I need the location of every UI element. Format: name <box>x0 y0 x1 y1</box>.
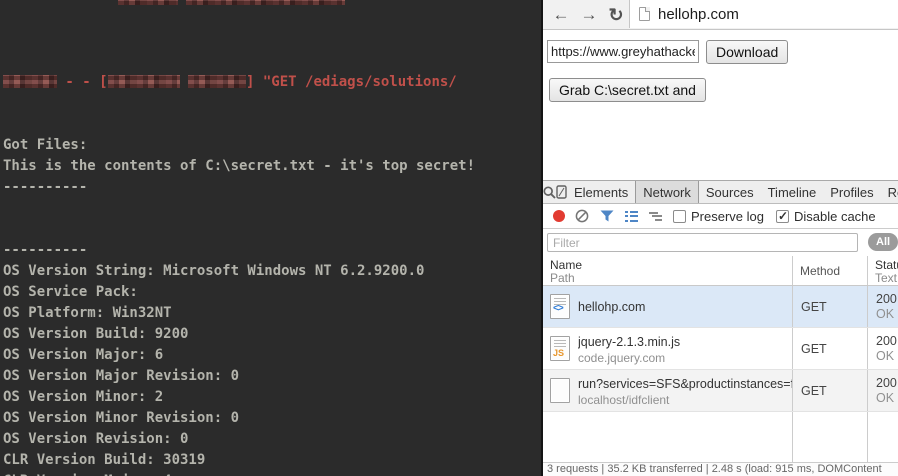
table-row[interactable]: JS jquery-2.1.3.min.js code.jquery.com G… <box>543 328 898 370</box>
request-status-text: OK <box>876 391 898 406</box>
redacted-log-line-partial <box>0 0 541 5</box>
disable-cache-checkbox[interactable] <box>776 210 789 223</box>
terminal-panel: - - [ ] "GET /ediags/solutions/ Got File… <box>0 0 541 476</box>
request-status-text: OK <box>876 349 898 364</box>
network-filter-row: All <box>543 229 898 256</box>
redaction-block <box>118 0 178 5</box>
network-request-table: Name Path Method Status Text <> hellohp.… <box>543 256 898 462</box>
grab-secret-button[interactable]: Grab C:\secret.txt and <box>549 78 706 102</box>
inspect-search-icon[interactable] <box>543 181 556 203</box>
record-icon[interactable] <box>553 210 565 222</box>
request-status-text: OK <box>876 307 898 322</box>
view-list-icon[interactable] <box>625 211 638 222</box>
disable-cache-label: Disable cache <box>794 209 876 224</box>
request-name: hellohp.com <box>578 300 645 314</box>
back-icon[interactable]: ← <box>549 3 573 27</box>
waterfall-overview-icon[interactable] <box>649 212 662 221</box>
download-url-input[interactable] <box>547 40 699 63</box>
devtools-panel: Elements Network Sources Timeline Profil… <box>543 180 898 476</box>
clear-icon[interactable] <box>575 209 589 223</box>
tab-network[interactable]: Network <box>635 181 699 203</box>
table-row[interactable]: <> hellohp.com GET 200 OK <box>543 286 898 328</box>
web-page-content: Download Grab C:\secret.txt and <box>543 30 898 180</box>
redacted-date <box>108 75 180 88</box>
redacted-time <box>188 75 246 88</box>
tab-sources[interactable]: Sources <box>699 181 761 203</box>
column-header-status-text[interactable]: Status Text <box>868 256 898 285</box>
tab-timeline[interactable]: Timeline <box>761 181 824 203</box>
filter-funnel-icon[interactable] <box>600 210 614 222</box>
request-method: GET <box>793 370 868 411</box>
tab-resources[interactable]: Resources <box>881 181 898 203</box>
request-status: 200 <box>876 376 898 391</box>
address-bar-url: hellohp.com <box>658 6 739 23</box>
request-name: run?services=SFS&productinstances=file..… <box>578 377 792 391</box>
forward-icon[interactable]: → <box>577 3 601 27</box>
devtools-tab-bar: Elements Network Sources Timeline Profil… <box>543 181 898 204</box>
page-icon <box>639 7 650 21</box>
html-document-icon: <> <box>550 294 570 319</box>
filter-input[interactable] <box>547 233 858 252</box>
column-header-method[interactable]: Method <box>793 256 868 285</box>
browser-toolbar: ← → ↻ hellohp.com <box>543 0 898 30</box>
request-method: GET <box>793 328 868 369</box>
request-name: jquery-2.1.3.min.js <box>578 335 680 349</box>
browser-panel: ← → ↻ hellohp.com Download Grab C:\secre… <box>541 0 898 476</box>
redaction-block <box>186 0 345 5</box>
request-path: localhost/idfclient <box>578 393 792 407</box>
js-document-icon: JS <box>550 336 570 361</box>
device-mode-icon[interactable] <box>556 181 567 203</box>
terminal-output: Got Files:This is the contents of C:\sec… <box>3 135 541 476</box>
log-separator: - - [ <box>57 74 108 90</box>
table-empty-area <box>543 412 898 462</box>
download-button[interactable]: Download <box>706 40 788 64</box>
column-header-name-path[interactable]: Name Path <box>543 256 793 285</box>
table-header-row: Name Path Method Status Text <box>543 256 898 286</box>
server-log-line: - - [ ] "GET /ediags/solutions/ <box>3 72 541 93</box>
preserve-log-label: Preserve log <box>691 209 764 224</box>
reload-icon[interactable]: ↻ <box>604 3 628 27</box>
network-summary-bar: 3 requests | 35.2 KB transferred | 2.48 … <box>543 462 898 476</box>
tab-elements[interactable]: Elements <box>567 181 635 203</box>
address-bar[interactable]: hellohp.com <box>629 0 898 28</box>
tab-profiles[interactable]: Profiles <box>823 181 880 203</box>
screenshot-root: - - [ ] "GET /ediags/solutions/ Got File… <box>0 0 898 476</box>
plain-document-icon <box>550 378 570 403</box>
request-status: 200 <box>876 334 898 349</box>
filter-all-button[interactable]: All <box>868 233 898 251</box>
table-row[interactable]: run?services=SFS&productinstances=file..… <box>543 370 898 412</box>
request-path: code.jquery.com <box>578 351 680 365</box>
log-request: ] "GET /ediags/solutions/ <box>246 74 457 90</box>
request-status: 200 <box>876 292 898 307</box>
request-method: GET <box>793 286 868 327</box>
network-toolbar: Preserve log Disable cache <box>543 204 898 229</box>
preserve-log-checkbox[interactable] <box>673 210 686 223</box>
